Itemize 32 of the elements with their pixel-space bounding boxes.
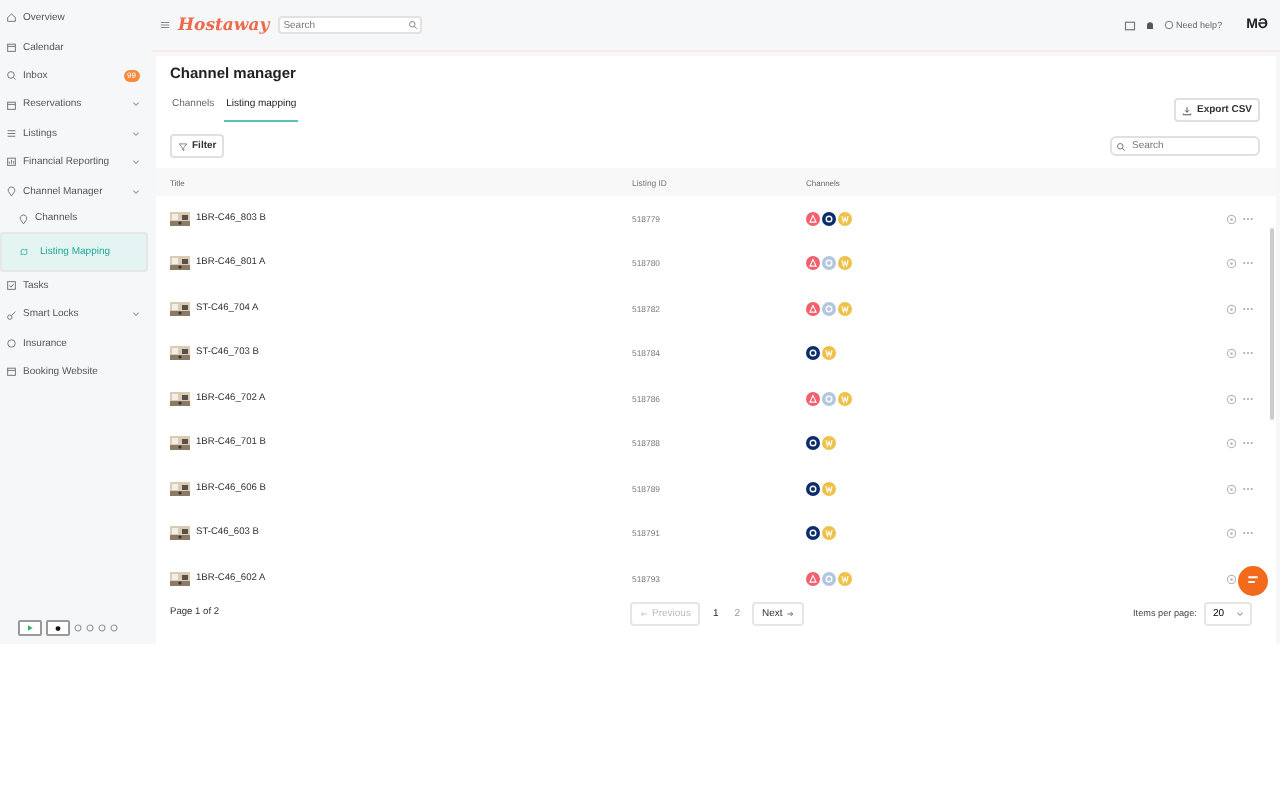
settings-icon[interactable] [1225,483,1236,494]
home-icon [6,12,17,24]
settings-icon[interactable] [1225,393,1236,404]
calendar-icon[interactable] [1124,19,1137,31]
check-icon [6,280,17,292]
settings-icon[interactable] [1225,348,1236,359]
calendar-icon [6,41,17,53]
settings-icon[interactable] [1225,528,1236,539]
pin-icon [18,213,29,225]
settings-icon[interactable] [1225,258,1236,269]
chart-icon [6,156,17,168]
settings-icon[interactable] [1225,573,1236,584]
pin-icon [6,185,17,197]
map-icon [20,247,28,256]
search-icon [407,20,418,30]
calendar-icon [6,99,17,111]
play-icon [26,624,34,632]
download-icon [1182,105,1193,115]
app-store-button[interactable] [46,620,70,636]
chat-button[interactable] [1238,566,1268,596]
list-icon [6,128,17,139]
help-icon [1164,20,1175,30]
settings-icon[interactable] [1225,303,1236,314]
settings-icon[interactable] [1225,438,1236,449]
chevron-icon [1236,609,1244,617]
filter-icon [178,141,188,151]
scrollbar[interactable] [1270,228,1274,420]
bell-icon[interactable] [1144,19,1157,31]
arrow-right-icon [786,609,795,617]
settings-icon[interactable] [1225,213,1236,224]
menu-icon[interactable] [160,20,170,30]
key-icon [6,309,17,321]
